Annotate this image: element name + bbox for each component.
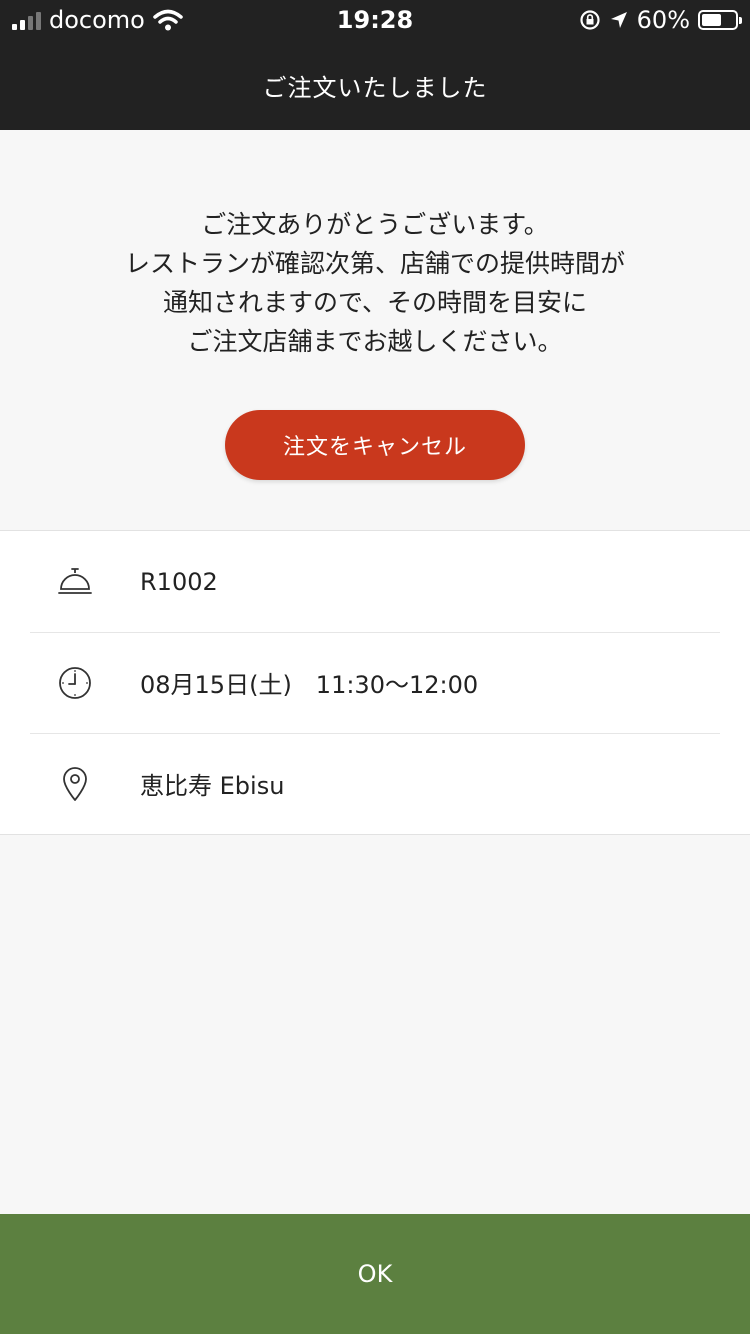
order-number-row: R1002: [30, 531, 720, 633]
message-line: ご注文ありがとうございます。: [201, 210, 549, 239]
map-pin-icon: [57, 766, 93, 802]
orientation-lock-icon: [580, 10, 600, 30]
battery-icon: [698, 10, 742, 30]
ok-label: OK: [357, 1260, 393, 1288]
clock-icon: [57, 665, 93, 701]
pickup-time: 08月15日(土) 11:30〜12:00: [140, 671, 479, 699]
cancel-order-button[interactable]: 注文をキャンセル: [225, 410, 525, 480]
store-row: 恵比寿 Ebisu: [30, 733, 720, 834]
cancel-order-label: 注文をキャンセル: [282, 435, 467, 460]
battery-percent: 60%: [636, 6, 690, 34]
ok-button[interactable]: OK: [0, 1214, 750, 1334]
message-line: ご注文店舗までお越しください。: [187, 327, 563, 356]
pickup-time-row: 08月15日(土) 11:30〜12:00: [30, 632, 720, 734]
status-right: 60%: [579, 0, 742, 40]
service-bell-icon: [57, 564, 93, 600]
status-bar: docomo 19:28 60%: [0, 0, 750, 40]
battery-level: [702, 14, 722, 26]
order-number: R1002: [140, 567, 218, 596]
store-name: 恵比寿 Ebisu: [140, 772, 285, 800]
confirmation-message: ご注文ありがとうございます。 レストランが確認次第、店舗での提供時間が 通知され…: [0, 205, 750, 361]
header-bar: ご注文いたしました: [0, 40, 750, 130]
page-title: ご注文いたしました: [262, 73, 488, 102]
order-info-card: R1002 08月15日(土) 11:30〜12:00 恵比寿 Ebisu: [0, 530, 750, 835]
message-line: 通知されますので、その時間を目安に: [162, 288, 587, 317]
message-line: レストランが確認次第、店舗での提供時間が: [124, 249, 625, 278]
location-arrow-icon: [610, 12, 627, 28]
